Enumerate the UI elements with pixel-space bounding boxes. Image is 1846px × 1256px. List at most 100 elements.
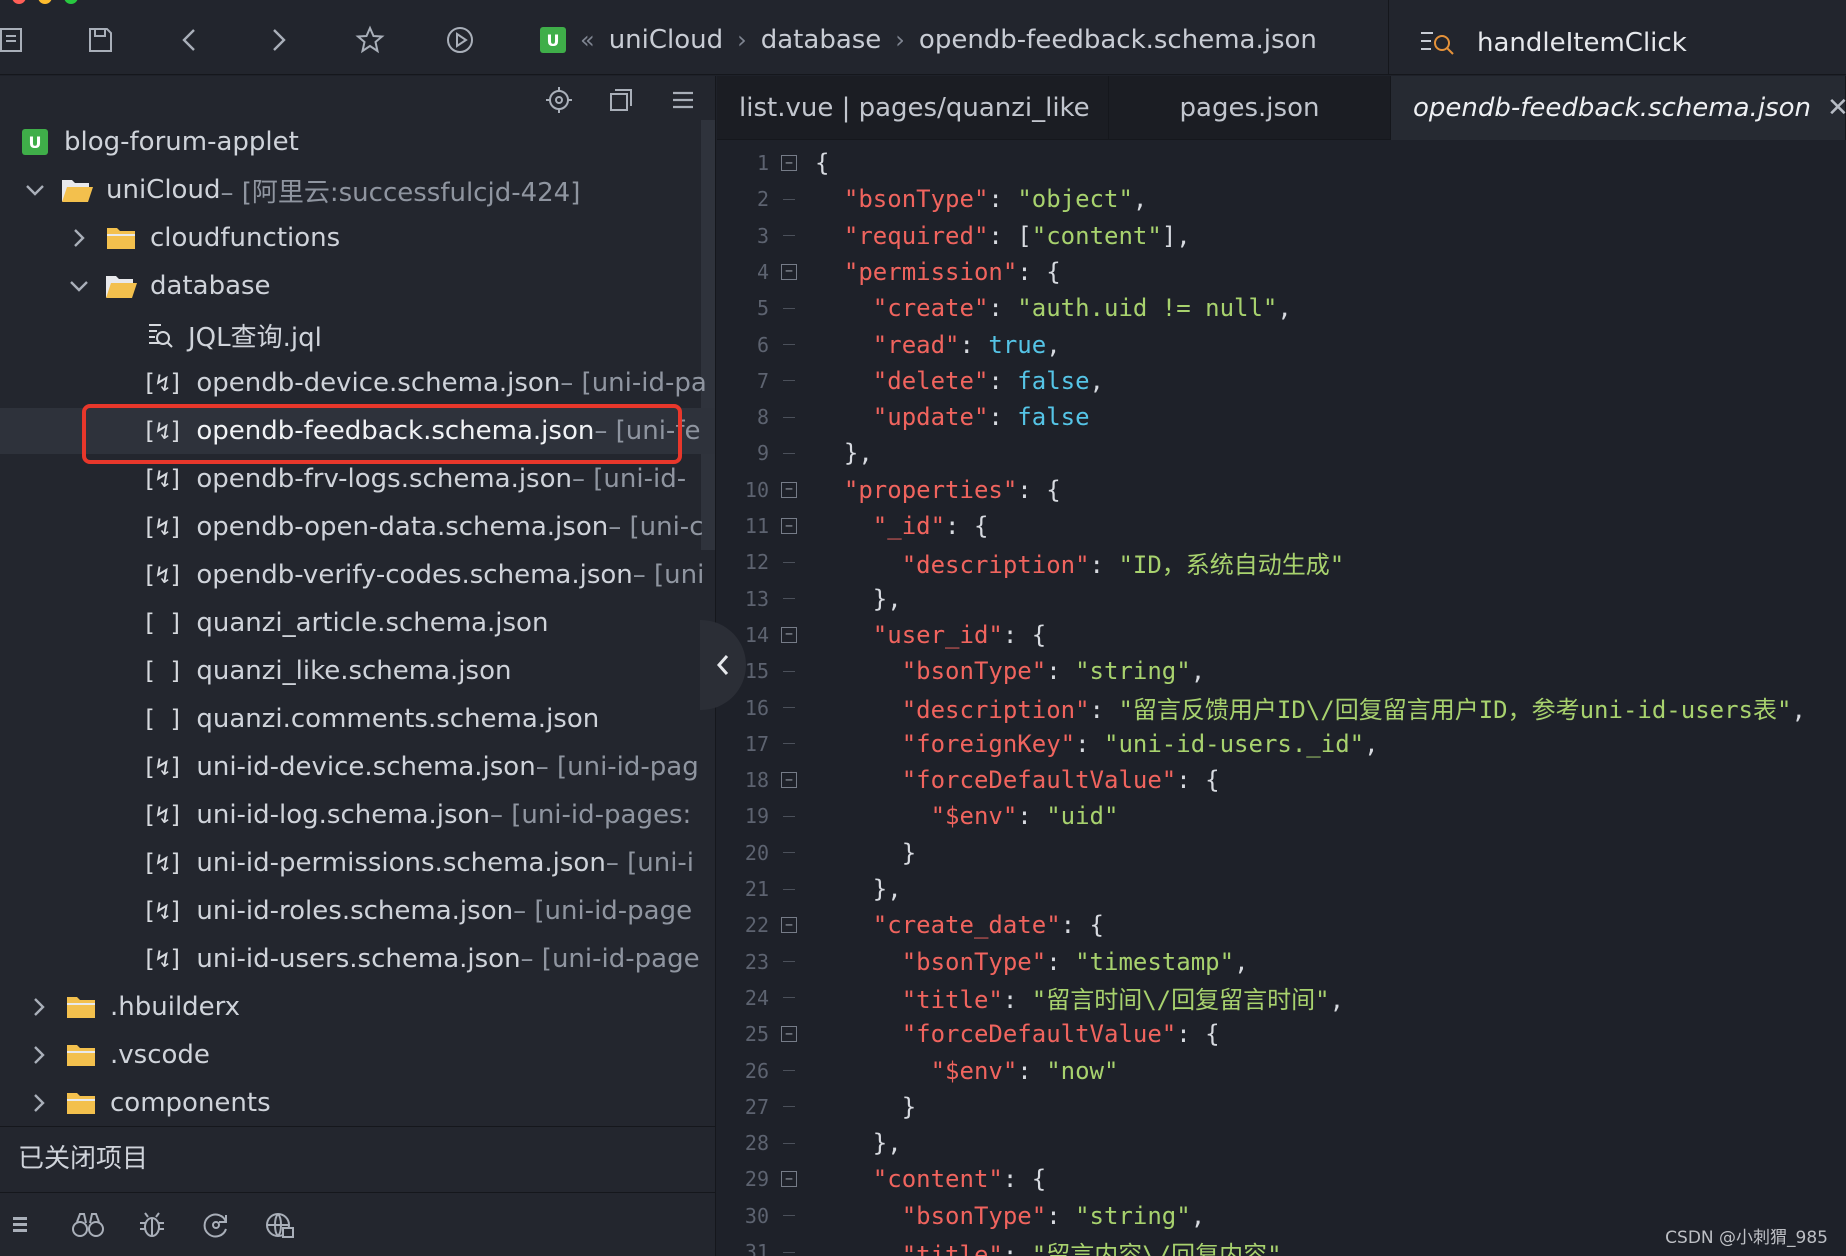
code-line[interactable]: 25− "forceDefaultValue": { xyxy=(717,1016,1846,1052)
save-icon[interactable] xyxy=(82,22,118,58)
code-line[interactable]: 15 "bsonType": "string", xyxy=(717,653,1846,689)
code-line[interactable]: 12 "description": "ID，系统自动生成" xyxy=(717,544,1846,580)
tree-item-file[interactable]: [↯] opendb-open-data.schema.json – [uni-… xyxy=(0,504,715,550)
code-line[interactable]: 10− "properties": { xyxy=(717,472,1846,508)
code-line[interactable]: 13 }, xyxy=(717,581,1846,617)
code-line[interactable]: 20 } xyxy=(717,835,1846,871)
code-line[interactable]: 23 "bsonType": "timestamp", xyxy=(717,944,1846,980)
code-line[interactable]: 14− "user_id": { xyxy=(717,617,1846,653)
tree-item-file[interactable]: [↯] uni-id-roles.schema.json – [uni-id-p… xyxy=(0,888,715,934)
back-icon[interactable] xyxy=(172,22,208,58)
code-editor[interactable]: 1−{2 "bsonType": "object", 3 "required": … xyxy=(717,141,1846,1256)
code-line[interactable]: 21 }, xyxy=(717,871,1846,907)
line-number: 1 xyxy=(756,151,769,175)
menu-icon[interactable] xyxy=(665,82,701,118)
fold-gutter xyxy=(769,1251,809,1253)
breadcrumb-item-database[interactable]: database xyxy=(761,25,882,55)
plugin-globe-icon[interactable] xyxy=(262,1207,298,1243)
chevron-down-icon[interactable] xyxy=(24,183,46,197)
tree-item-file[interactable]: [↯] opendb-device.schema.json – [uni-id-… xyxy=(0,360,715,406)
minimize-window-button[interactable] xyxy=(38,0,52,4)
code-line[interactable]: 2 "bsonType": "object", xyxy=(717,181,1846,217)
bug-icon[interactable] xyxy=(134,1207,170,1243)
tree-item-suffix: – [阿里云:successfulcjd-424] xyxy=(220,177,581,208)
tree-item-label: components xyxy=(110,1088,271,1118)
fold-toggle-icon[interactable]: − xyxy=(769,155,809,171)
tree-item-file[interactable]: [ ] quanzi_article.schema.json xyxy=(0,600,715,646)
code-line[interactable]: 6 "read": true, xyxy=(717,327,1846,363)
code-line[interactable]: 26 "$env": "now" xyxy=(717,1053,1846,1089)
breadcrumb-item-unicloud[interactable]: uniCloud xyxy=(609,25,723,55)
binoculars-icon[interactable] xyxy=(70,1207,106,1243)
tree-item-database[interactable]: database xyxy=(0,263,715,309)
chevron-right-icon[interactable] xyxy=(28,1045,50,1065)
tab-list-vue[interactable]: list.vue | pages/quanzi_like xyxy=(717,76,1109,140)
close-icon[interactable]: ✕ xyxy=(1827,93,1846,123)
closed-projects-section[interactable]: 已关闭项目 xyxy=(0,1126,715,1186)
breadcrumb-item-file[interactable]: opendb-feedback.schema.json xyxy=(919,25,1317,55)
fold-toggle-icon[interactable]: − xyxy=(769,263,809,280)
code-line[interactable]: 17 "foreignKey": "uni-id-users._id", xyxy=(717,726,1846,762)
code-line[interactable]: 18− "forceDefaultValue": { xyxy=(717,762,1846,798)
locate-file-icon[interactable] xyxy=(541,82,577,118)
tree-item-hbuilderx[interactable]: .hbuilderx xyxy=(0,984,715,1030)
chevron-right-icon[interactable] xyxy=(28,1093,50,1113)
tree-item-file[interactable]: [↯] uni-id-permissions.schema.json – [un… xyxy=(0,840,715,886)
tab-pages-json[interactable]: pages.json xyxy=(1109,76,1391,140)
tree-item-components[interactable]: components xyxy=(0,1080,715,1126)
code-line[interactable]: 22− "create_date": { xyxy=(717,907,1846,943)
chevron-down-icon[interactable] xyxy=(68,279,90,293)
code-line[interactable]: 28 }, xyxy=(717,1125,1846,1161)
code-line[interactable]: 1−{ xyxy=(717,145,1846,181)
line-number: 13 xyxy=(744,586,769,611)
code-line[interactable]: 11− "_id": { xyxy=(717,508,1846,544)
tree-item-project[interactable]: U blog-forum-applet xyxy=(0,119,715,165)
chevron-right-icon[interactable] xyxy=(28,997,50,1017)
tree-item-file[interactable]: [↯] uni-id-users.schema.json – [uni-id-p… xyxy=(0,936,715,982)
tree-item-cloudfunctions[interactable]: cloudfunctions xyxy=(0,215,715,261)
fold-toggle-icon[interactable]: − xyxy=(769,518,809,534)
tree-item-jql[interactable]: JQL查询.jql xyxy=(0,312,715,358)
code-line[interactable]: 16 "description": "留言反馈用户ID\/回复留言用户ID，参考… xyxy=(717,690,1846,726)
zoom-window-button[interactable] xyxy=(64,0,78,4)
code-line[interactable]: 3 "required": ["content"], xyxy=(717,218,1846,254)
sync-icon[interactable] xyxy=(198,1207,234,1243)
code-line[interactable]: 8 "update": false xyxy=(717,399,1846,435)
fold-toggle-icon[interactable]: − xyxy=(769,1171,809,1188)
code-text: }, xyxy=(815,584,902,613)
collapse-all-icon[interactable] xyxy=(603,82,639,118)
code-line[interactable]: 5 "create": "auth.uid != null", xyxy=(717,290,1846,326)
fold-toggle-icon[interactable]: − xyxy=(769,1026,809,1043)
code-line[interactable]: 9 }, xyxy=(717,435,1846,471)
chevron-right-icon[interactable] xyxy=(68,228,90,248)
list-icon[interactable] xyxy=(6,1207,42,1243)
tab-feedback-schema[interactable]: opendb-feedback.schema.json ✕ xyxy=(1391,76,1846,140)
new-file-icon[interactable] xyxy=(0,22,30,58)
tree-item-file[interactable]: [↯] uni-id-device.schema.json – [uni-id-… xyxy=(0,744,715,790)
tree-item-file[interactable]: [↯] uni-id-log.schema.json – [uni-id-pag… xyxy=(0,792,715,838)
fold-toggle-icon[interactable]: − xyxy=(769,481,809,498)
tree-item-label: cloudfunctions xyxy=(150,223,341,253)
symbol-search[interactable]: handleItemClick xyxy=(1388,0,1846,75)
file-suffix: – [uni xyxy=(632,560,705,590)
code-line[interactable]: 24 "title": "留言时间\/回复留言时间", xyxy=(717,980,1846,1016)
code-line[interactable]: 7 "delete": false, xyxy=(717,363,1846,399)
fold-toggle-icon[interactable]: − xyxy=(769,917,809,934)
tree-item-file[interactable]: [ ] quanzi_like.schema.json xyxy=(0,648,715,694)
tree-item-vscode[interactable]: .vscode xyxy=(0,1032,715,1078)
code-line[interactable]: 29− "content": { xyxy=(717,1161,1846,1197)
tree-item-file[interactable]: [ ] quanzi.comments.schema.json xyxy=(0,696,715,742)
code-line[interactable]: 4− "permission": { xyxy=(717,254,1846,290)
fold-toggle-icon[interactable]: − xyxy=(769,772,809,789)
file-name: opendb-frv-logs.schema.json xyxy=(196,464,572,494)
tree-item-file[interactable]: [↯] opendb-verify-codes.schema.json – [u… xyxy=(0,552,715,598)
code-line[interactable]: 27 } xyxy=(717,1089,1846,1125)
star-icon[interactable] xyxy=(352,22,388,58)
close-window-button[interactable] xyxy=(12,0,26,4)
code-line[interactable]: 19 "$env": "uid" xyxy=(717,798,1846,834)
fold-toggle-icon[interactable]: − xyxy=(769,626,809,643)
tree-item-unicloud[interactable]: uniCloud – [阿里云:successfulcjd-424] xyxy=(0,167,715,213)
schema-file-icon: [↯] xyxy=(142,897,183,925)
forward-icon[interactable] xyxy=(260,22,296,58)
run-icon[interactable] xyxy=(442,22,478,58)
